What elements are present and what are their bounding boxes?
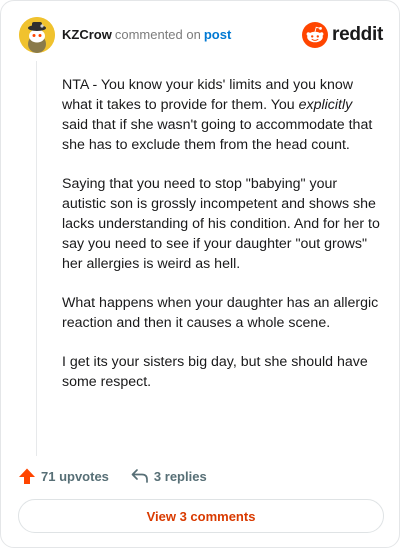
replies-count: 3 replies bbox=[153, 468, 207, 484]
post-link[interactable]: post bbox=[204, 27, 231, 42]
snoo-avatar-icon[interactable] bbox=[19, 17, 55, 53]
comment-paragraph: I get its your sisters big day, but she … bbox=[62, 354, 368, 390]
comment-meta: KZCrow commented on post bbox=[62, 27, 231, 43]
comment-card: KZCrow commented on post reddit NTA - You … bbox=[0, 0, 400, 548]
comment-actions: 71 upvotes 3 replies bbox=[18, 465, 207, 487]
reply-arrow-icon bbox=[131, 469, 148, 483]
thread-line[interactable] bbox=[36, 61, 37, 456]
upvote-arrow-icon bbox=[19, 468, 35, 484]
brand-name: reddit bbox=[332, 24, 383, 45]
comment-paragraph: Saying that you need to stop "babying" y… bbox=[62, 176, 380, 272]
replies-button[interactable]: 3 replies bbox=[131, 468, 207, 484]
comment-header: KZCrow commented on post reddit bbox=[19, 17, 383, 53]
action-text: commented on bbox=[114, 27, 201, 42]
username[interactable]: KZCrow bbox=[62, 27, 112, 42]
view-comments-button[interactable]: View 3 comments bbox=[18, 499, 384, 533]
reddit-logo-icon bbox=[302, 22, 329, 48]
emphasis-text: explicitly bbox=[298, 97, 353, 113]
upvote-button[interactable]: 71 upvotes bbox=[18, 467, 109, 485]
upvote-count: 71 upvotes bbox=[41, 468, 109, 484]
comment-paragraph: NTA - You know your kids' limits and you… bbox=[62, 77, 373, 153]
reddit-brand[interactable]: reddit bbox=[302, 22, 383, 48]
comment-paragraph: What happens when your daughter has an a… bbox=[62, 295, 379, 331]
comment-body: NTA - You know your kids' limits and you… bbox=[62, 75, 380, 411]
